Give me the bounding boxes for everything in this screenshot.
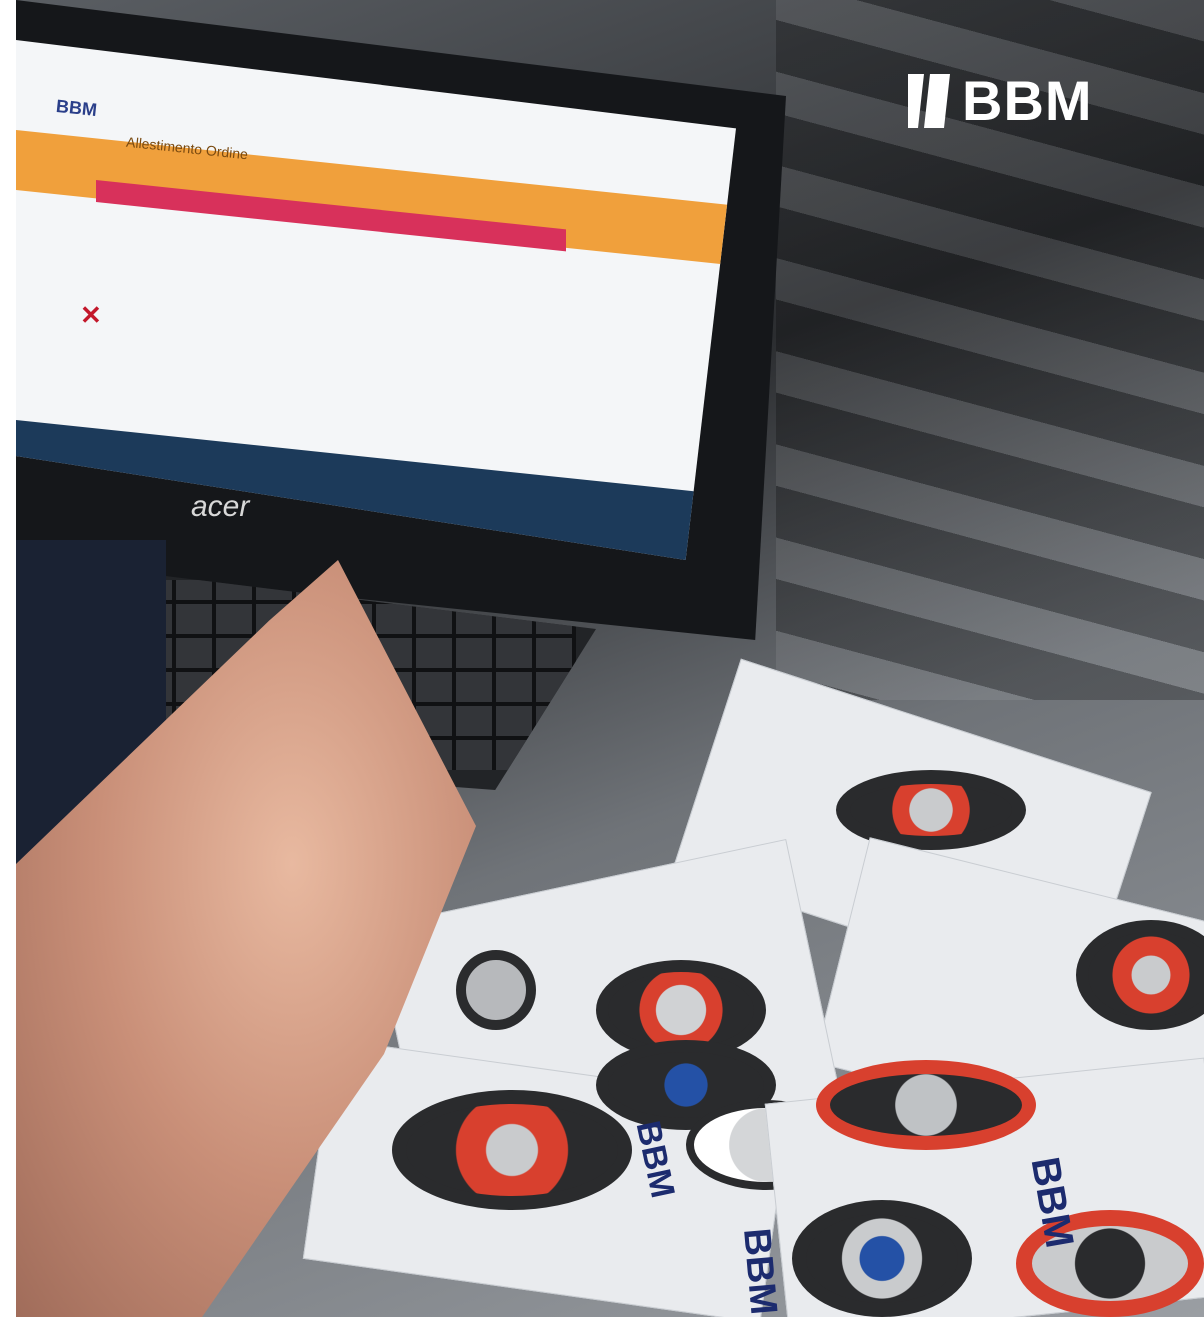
photo: BBM BBM BBM BBM Allestimento Ordine ✕ ac… (16, 0, 1204, 1317)
seal-ring (816, 1060, 1036, 1150)
package-label: BBM (735, 1226, 785, 1317)
seal-ring (392, 1090, 632, 1210)
seal-cap (456, 950, 536, 1030)
seal-ring (792, 1200, 972, 1317)
close-icon: ✕ (80, 300, 102, 330)
brand-mark-icon (908, 74, 950, 128)
seal-ring (836, 770, 1026, 850)
app-logo: BBM (55, 95, 98, 121)
brand-logo: BBM (904, 72, 1093, 130)
brand-logo-text: BBM (962, 69, 1093, 132)
laptop-brand-logo: acer (191, 490, 250, 523)
